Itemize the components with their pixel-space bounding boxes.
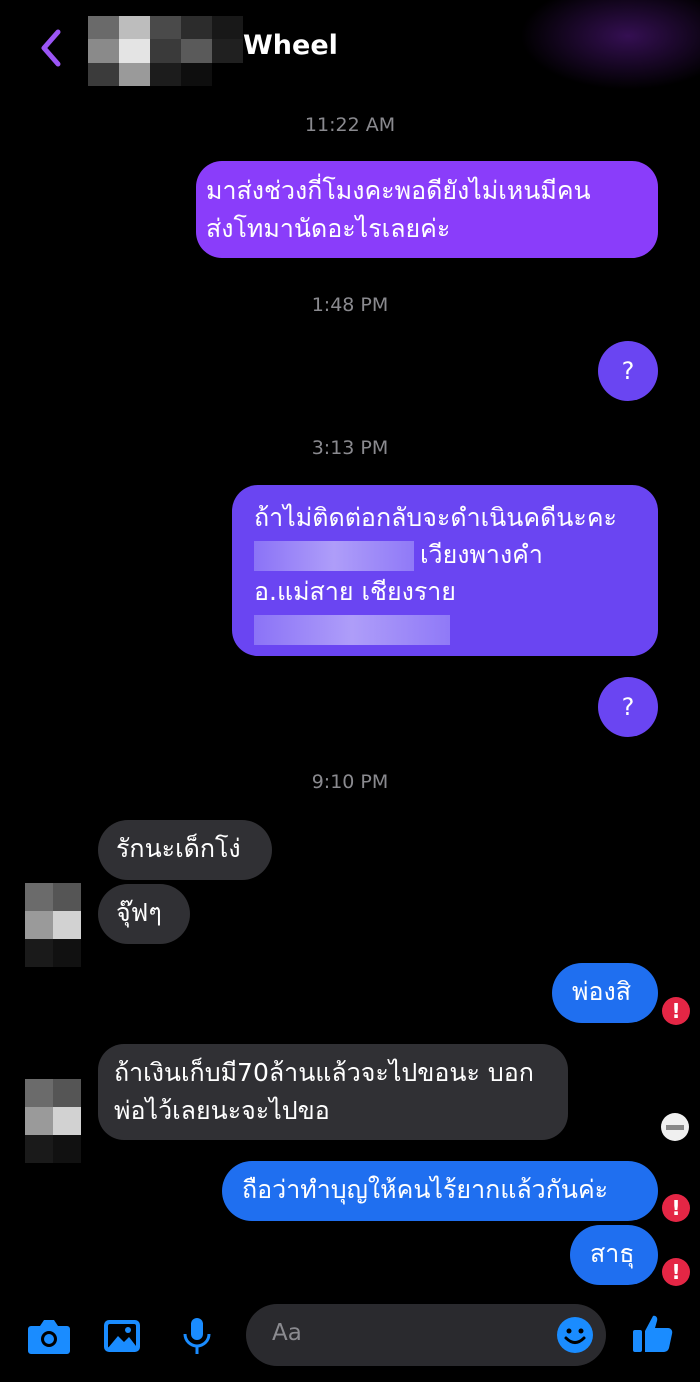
message-text-line: ถ้าเงินเก็บมี70ล้านแล้วจะไปขอนะ บอก xyxy=(114,1058,534,1087)
message-text-line: อ.แม่สาย เชียงราย xyxy=(254,577,456,606)
message-text: พ่องสิ xyxy=(572,977,631,1006)
timestamp: 9:10 PM xyxy=(311,771,389,793)
outgoing-message[interactable]: ถ้าไม่ติดต่อกลับจะดำเนินคดีนะคะ เวียงพาง… xyxy=(232,485,658,656)
message-text: ? xyxy=(621,693,635,721)
message-text-line xyxy=(254,610,642,647)
message-text: สาธุ xyxy=(590,1239,635,1268)
back-button[interactable] xyxy=(32,26,72,70)
sender-avatar-blurred[interactable] xyxy=(25,883,81,967)
read-receipt-avatar xyxy=(661,1113,689,1141)
outgoing-message[interactable]: สาธุ xyxy=(570,1225,658,1285)
voice-record-button[interactable] xyxy=(174,1316,220,1356)
gallery-button[interactable] xyxy=(100,1316,146,1356)
redacted-text xyxy=(254,615,450,645)
redacted-text xyxy=(254,541,414,571)
message-text: จุ๊ฟๆ xyxy=(116,898,162,927)
incoming-message[interactable]: ถ้าเงินเก็บมี70ล้านแล้วจะไปขอนะ บอก พ่อไ… xyxy=(98,1044,568,1140)
message-text-line: พ่อไว้เลยนะจะไปขอ xyxy=(114,1096,330,1125)
outgoing-message[interactable]: มาส่งช่วงกี่โมงคะพอดียังไม่เหนมีคน ส่งโท… xyxy=(196,161,658,258)
camera-icon xyxy=(28,1320,70,1354)
like-button[interactable] xyxy=(630,1312,676,1352)
contact-name[interactable]: Wheel xyxy=(243,30,338,61)
outgoing-message[interactable]: ? xyxy=(598,677,658,737)
image-icon xyxy=(104,1320,140,1352)
timestamp: 1:48 PM xyxy=(311,294,389,316)
header-glow xyxy=(520,0,700,90)
message-input[interactable]: Aa xyxy=(246,1304,606,1366)
outgoing-message[interactable]: พ่องสิ xyxy=(552,963,658,1023)
message-text: รักนะเด็กโง่ xyxy=(116,834,241,863)
emoji-button[interactable] xyxy=(556,1316,594,1354)
message-text: เวียงพางคำ xyxy=(420,540,543,569)
incoming-message[interactable]: จุ๊ฟๆ xyxy=(98,884,190,944)
failed-to-send-icon[interactable]: ! xyxy=(662,1258,690,1286)
timestamp: 3:13 PM xyxy=(311,437,389,459)
chevron-left-icon xyxy=(41,29,61,67)
timestamp: 11:22 AM xyxy=(304,114,396,136)
camera-button[interactable] xyxy=(26,1316,72,1356)
contact-avatar-blurred[interactable] xyxy=(88,16,243,86)
failed-to-send-icon[interactable]: ! xyxy=(662,997,690,1025)
message-text-line: เวียงพางคำ xyxy=(254,536,642,573)
message-text: ถือว่าทำบุญให้คนไร้ยากแล้วกันค่ะ xyxy=(242,1175,609,1204)
outgoing-message[interactable]: ? xyxy=(598,341,658,401)
message-composer: Aa xyxy=(0,1296,700,1382)
outgoing-message[interactable]: ถือว่าทำบุญให้คนไร้ยากแล้วกันค่ะ xyxy=(222,1161,658,1221)
message-text-line: ส่งโทมานัดอะไรเลยค่ะ xyxy=(206,214,451,243)
thumbs-up-icon xyxy=(633,1315,673,1352)
microphone-icon xyxy=(183,1318,211,1354)
incoming-message[interactable]: รักนะเด็กโง่ xyxy=(98,820,272,880)
message-input-placeholder: Aa xyxy=(272,1320,302,1346)
message-text-line: ถ้าไม่ติดต่อกลับจะดำเนินคดีนะคะ xyxy=(254,503,617,532)
failed-to-send-icon[interactable]: ! xyxy=(662,1194,690,1222)
emoji-icon xyxy=(557,1317,593,1353)
sender-avatar-blurred[interactable] xyxy=(25,1079,81,1163)
message-text: ? xyxy=(621,357,635,385)
conversation-header: Wheel xyxy=(0,0,700,100)
message-text-line: มาส่งช่วงกี่โมงคะพอดียังไม่เหนมีคน xyxy=(206,176,591,205)
